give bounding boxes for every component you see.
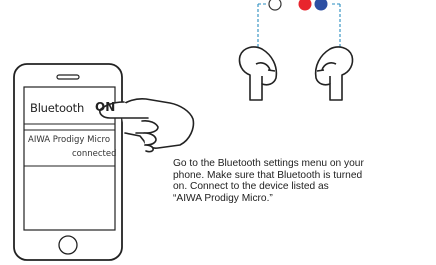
bluetooth-pairing-diagram: Bluetooth ON AIWA Prodigy Micro connecte… [0, 0, 436, 265]
red-led-icon [298, 0, 312, 11]
instruction-line: “AIWA Prodigy Micro.” [173, 192, 273, 204]
phone-illustration [13, 63, 123, 261]
bluetooth-setting-label: Bluetooth [30, 101, 85, 115]
connector-lines [257, 3, 341, 50]
instruction-line: phone. Make sure that Bluetooth is turne… [173, 169, 363, 181]
bluetooth-toggle-status[interactable]: ON [95, 100, 115, 114]
paired-device-status: connected [72, 149, 117, 159]
blue-led-icon [314, 0, 328, 11]
right-earbud-icon [314, 46, 354, 101]
led-indicators [268, 0, 328, 11]
pairing-instructions: Go to the Bluetooth settings menu on you… [173, 158, 413, 204]
left-earbud-icon [238, 46, 278, 101]
white-led-icon [268, 0, 282, 11]
instruction-line: Go to the Bluetooth settings menu on you… [173, 158, 364, 169]
paired-device-name[interactable]: AIWA Prodigy Micro [28, 135, 110, 145]
diagram-graphics [13, 0, 354, 261]
instruction-line: on. Connect to the device listed as [173, 181, 329, 193]
